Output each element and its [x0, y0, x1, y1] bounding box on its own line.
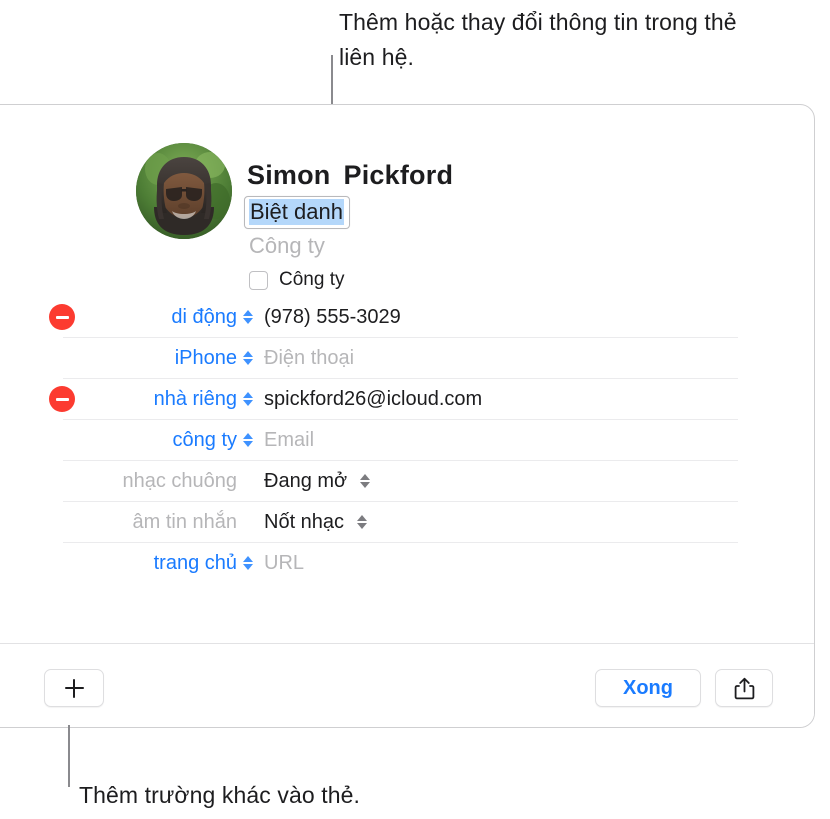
- chevron-up-icon: [357, 515, 368, 521]
- avatar-image: [136, 143, 232, 239]
- chevron-up-icon: [243, 351, 253, 357]
- add-field-button[interactable]: [44, 669, 104, 707]
- field-value-text-ringtone: Đang mở: [264, 469, 348, 492]
- company-checkbox-row[interactable]: Công ty: [249, 269, 344, 291]
- done-button[interactable]: Xong: [595, 669, 701, 707]
- chevron-down-icon: [243, 400, 253, 406]
- field-label-home-email[interactable]: nhà riêng: [0, 388, 237, 411]
- field-row-text-tone: âm tin nhắn Nốt nhạc: [0, 502, 814, 542]
- stepper-icon[interactable]: [241, 556, 255, 570]
- chevron-down-icon: [243, 318, 253, 324]
- callout-bottom-text: Thêm trường khác vào thẻ.: [79, 782, 360, 808]
- chevron-down-icon: [243, 359, 253, 365]
- field-value-homepage-url[interactable]: URL: [264, 552, 304, 575]
- company-checkbox-label: Công ty: [279, 269, 345, 290]
- nickname-input-value: Biệt danh: [249, 199, 344, 225]
- field-label-text-tone: âm tin nhắn: [132, 510, 237, 533]
- field-value-text-text-tone: Nốt nhạc: [264, 510, 345, 533]
- chevron-up-icon: [243, 310, 253, 316]
- chevron-up-icon: [243, 556, 253, 562]
- field-value-ringtone[interactable]: Đang mở: [264, 470, 372, 493]
- field-label-homepage-url[interactable]: trang chủ: [0, 552, 237, 575]
- field-value-mobile-phone[interactable]: (978) 555-3029: [264, 306, 401, 329]
- chevron-down-icon: [243, 441, 253, 447]
- company-input-placeholder[interactable]: Công ty: [249, 233, 325, 259]
- plus-icon-vertical: [72, 678, 76, 698]
- contact-last-name: Pickford: [343, 160, 454, 190]
- nickname-input[interactable]: Biệt danh: [244, 196, 350, 229]
- field-value-work-email[interactable]: Email: [264, 429, 314, 452]
- contact-fields-list: di động (978) 555-3029 iPhone Điện thoại nhà…: [0, 297, 814, 583]
- card-toolbar: Xong: [0, 644, 814, 727]
- field-label-work-email[interactable]: công ty: [0, 429, 237, 452]
- stepper-icon[interactable]: [355, 515, 369, 529]
- field-row-homepage-url: trang chủ URL: [0, 543, 814, 583]
- field-value-text-tone[interactable]: Nốt nhạc: [264, 511, 369, 534]
- field-row-home-email: nhà riêng spickford26@icloud.com: [0, 379, 814, 419]
- field-row-ringtone: nhạc chuông Đang mở: [0, 461, 814, 501]
- chevron-up-icon: [360, 474, 371, 480]
- field-label-iphone-phone[interactable]: iPhone: [0, 347, 237, 370]
- contact-card: Simon Pickford Biệt danh Công ty Công ty …: [0, 104, 815, 728]
- field-row-iphone-phone: iPhone Điện thoại: [0, 338, 814, 378]
- chevron-up-icon: [243, 433, 253, 439]
- stepper-icon[interactable]: [241, 392, 255, 406]
- chevron-down-icon: [243, 564, 253, 570]
- field-label-mobile-phone[interactable]: di động: [0, 306, 237, 329]
- chevron-down-icon: [360, 482, 371, 488]
- field-value-home-email[interactable]: spickford26@icloud.com: [264, 388, 482, 411]
- contact-card-header: Simon Pickford Biệt danh Công ty Công ty: [0, 105, 814, 297]
- field-label-ringtone: nhạc chuông: [122, 469, 237, 492]
- field-value-iphone-phone[interactable]: Điện thoại: [264, 347, 354, 370]
- callout-bottom-leader-line: [68, 725, 70, 787]
- share-button[interactable]: [715, 669, 773, 707]
- contact-avatar-photo[interactable]: [136, 143, 232, 239]
- callout-top-text: Thêm hoặc thay đổi thông tin trong thẻ l…: [339, 9, 737, 70]
- contact-first-name: Simon: [247, 160, 331, 190]
- stepper-icon[interactable]: [241, 310, 255, 324]
- company-checkbox[interactable]: [249, 270, 268, 290]
- stepper-icon[interactable]: [241, 433, 255, 447]
- stepper-icon[interactable]: [358, 474, 372, 488]
- contact-full-name[interactable]: Simon Pickford: [247, 160, 453, 191]
- chevron-down-icon: [357, 523, 368, 529]
- chevron-up-icon: [243, 392, 253, 398]
- share-icon: [734, 677, 754, 699]
- field-row-mobile-phone: di động (978) 555-3029: [0, 297, 814, 337]
- field-row-work-email: công ty Email: [0, 420, 814, 460]
- stepper-icon[interactable]: [241, 351, 255, 365]
